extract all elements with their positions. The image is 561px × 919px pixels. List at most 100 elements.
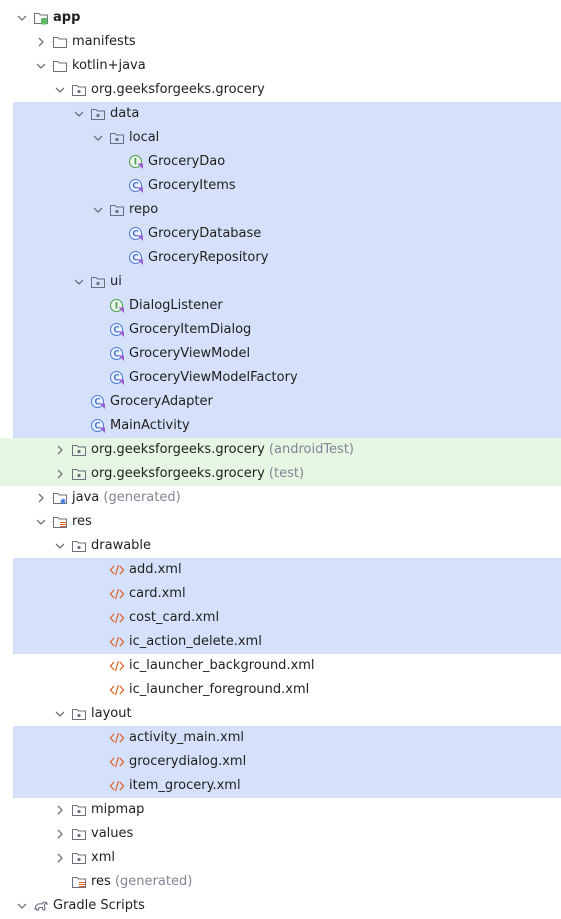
tree-item-label: values (91, 822, 133, 846)
tree-item-groceryviewmodelfactory[interactable]: C GroceryViewModelFactory (0, 366, 561, 390)
tree-item-groceryviewmodel[interactable]: C GroceryViewModel (0, 342, 561, 366)
tree-item-ic-action-delete-xml[interactable]: ic_action_delete.xml (0, 630, 561, 654)
folder-icon (52, 34, 68, 50)
tree-item-cost-card-xml[interactable]: cost_card.xml (0, 606, 561, 630)
tree-item-label: GroceryViewModelFactory (129, 366, 298, 390)
selection-highlight (13, 294, 561, 318)
tree-item-data[interactable]: data (0, 102, 561, 126)
chevron-down-icon[interactable] (33, 58, 49, 74)
tree-item-kotlin-java[interactable]: kotlin+java (0, 54, 561, 78)
selection-highlight (13, 150, 561, 174)
package-icon (71, 826, 87, 842)
chevron-down-icon[interactable] (52, 538, 68, 554)
chevron-down-icon[interactable] (71, 106, 87, 122)
tree-item-app[interactable]: app (0, 6, 561, 30)
tree-item-add-xml[interactable]: add.xml (0, 558, 561, 582)
chevron-down-icon[interactable] (71, 274, 87, 290)
svg-text:C: C (94, 422, 100, 432)
module-icon (33, 10, 49, 26)
tree-item-groceryitems[interactable]: C GroceryItems (0, 174, 561, 198)
tree-item-activity-main-xml[interactable]: activity_main.xml (0, 726, 561, 750)
selection-highlight (13, 726, 561, 750)
item-suffix: (test) (268, 466, 305, 481)
item-name: manifests (72, 34, 136, 49)
tree-item-manifests[interactable]: manifests (0, 30, 561, 54)
item-name: GroceryItems (148, 178, 236, 193)
item-name: org.geeksforgeeks.grocery (91, 442, 265, 457)
tree-item-ui[interactable]: ui (0, 270, 561, 294)
tree-item-item-grocery-xml[interactable]: item_grocery.xml (0, 774, 561, 798)
package-icon (71, 706, 87, 722)
tree-item-org-geeksforgeeks-grocery[interactable]: org.geeksforgeeks.grocery (0, 78, 561, 102)
tree-item-grocerydao[interactable]: I GroceryDao (0, 150, 561, 174)
tree-item-label: org.geeksforgeeks.grocery (test) (91, 462, 304, 486)
chevron-down-icon[interactable] (14, 898, 30, 914)
xml-file-icon (109, 634, 125, 650)
tree-item-java-generated[interactable]: java (generated) (0, 486, 561, 510)
package-icon (109, 130, 125, 146)
chevron-right-icon[interactable] (52, 466, 68, 482)
item-suffix: (generated) (103, 490, 181, 505)
tree-item-groceryadapter[interactable]: C GroceryAdapter (0, 390, 561, 414)
tree-item-card-xml[interactable]: card.xml (0, 582, 561, 606)
item-name: repo (129, 202, 159, 217)
class-icon: C (90, 418, 106, 434)
tree-item-local[interactable]: local (0, 126, 561, 150)
tree-item-xml[interactable]: xml (0, 846, 561, 870)
tree-item-mipmap[interactable]: mipmap (0, 798, 561, 822)
chevron-right-icon[interactable] (33, 34, 49, 50)
tree-item-org-geeksforgeeks-grocery-androidtest[interactable]: org.geeksforgeeks.grocery (androidTest) (0, 438, 561, 462)
item-name: res (91, 874, 111, 889)
tree-item-mainactivity[interactable]: C MainActivity (0, 414, 561, 438)
item-name: GroceryViewModelFactory (129, 370, 298, 385)
chevron-down-icon[interactable] (14, 10, 30, 26)
xml-file-icon (109, 730, 125, 746)
selection-highlight (13, 750, 561, 774)
tree-item-res[interactable]: res (0, 510, 561, 534)
tree-item-repo[interactable]: repo (0, 198, 561, 222)
tree-item-layout[interactable]: layout (0, 702, 561, 726)
tree-item-org-geeksforgeeks-grocery-test[interactable]: org.geeksforgeeks.grocery (test) (0, 462, 561, 486)
chevron-down-icon[interactable] (33, 514, 49, 530)
tree-item-label: Gradle Scripts (53, 894, 145, 918)
selection-highlight (13, 246, 561, 270)
tree-item-ic-launcher-foreground-xml[interactable]: ic_launcher_foreground.xml (0, 678, 561, 702)
chevron-down-icon[interactable] (90, 130, 106, 146)
tree-item-groceryitemdialog[interactable]: C GroceryItemDialog (0, 318, 561, 342)
svg-text:I: I (115, 302, 118, 312)
tree-item-values[interactable]: values (0, 822, 561, 846)
item-name: GroceryDao (148, 154, 226, 169)
item-name: GroceryAdapter (110, 394, 213, 409)
selection-highlight (13, 774, 561, 798)
chevron-down-icon[interactable] (52, 706, 68, 722)
tree-item-label: org.geeksforgeeks.grocery (91, 78, 265, 102)
chevron-right-icon[interactable] (52, 826, 68, 842)
item-name: DialogListener (129, 298, 223, 313)
chevron-down-icon[interactable] (52, 82, 68, 98)
chevron-right-icon[interactable] (52, 802, 68, 818)
tree-item-gradle-scripts[interactable]: Gradle Scripts (0, 894, 561, 918)
tree-item-drawable[interactable]: drawable (0, 534, 561, 558)
tree-item-res-generated[interactable]: res (generated) (0, 870, 561, 894)
item-name: item_grocery.xml (129, 778, 241, 793)
item-name: values (91, 826, 134, 841)
tree-item-dialoglistener[interactable]: I DialogListener (0, 294, 561, 318)
item-name: activity_main.xml (129, 730, 245, 745)
item-name: grocerydialog.xml (129, 754, 247, 769)
package-icon (71, 538, 87, 554)
item-name: drawable (91, 538, 152, 553)
tree-item-label: GroceryItems (148, 174, 236, 198)
tree-item-grocerydatabase[interactable]: C GroceryDatabase (0, 222, 561, 246)
tree-item-grocerydialog-xml[interactable]: grocerydialog.xml (0, 750, 561, 774)
project-tree: app manifests kotlin+java org.geeksforgeeks… (0, 6, 561, 918)
tree-item-ic-launcher-background-xml[interactable]: ic_launcher_background.xml (0, 654, 561, 678)
tree-item-groceryrepository[interactable]: C GroceryRepository (0, 246, 561, 270)
chevron-right-icon[interactable] (33, 490, 49, 506)
item-name: app (53, 10, 81, 25)
chevron-right-icon[interactable] (52, 850, 68, 866)
chevron-right-icon[interactable] (52, 442, 68, 458)
class-icon: C (109, 322, 125, 338)
chevron-down-icon[interactable] (90, 202, 106, 218)
package-icon (71, 442, 87, 458)
tree-item-label: ic_action_delete.xml (129, 630, 262, 654)
